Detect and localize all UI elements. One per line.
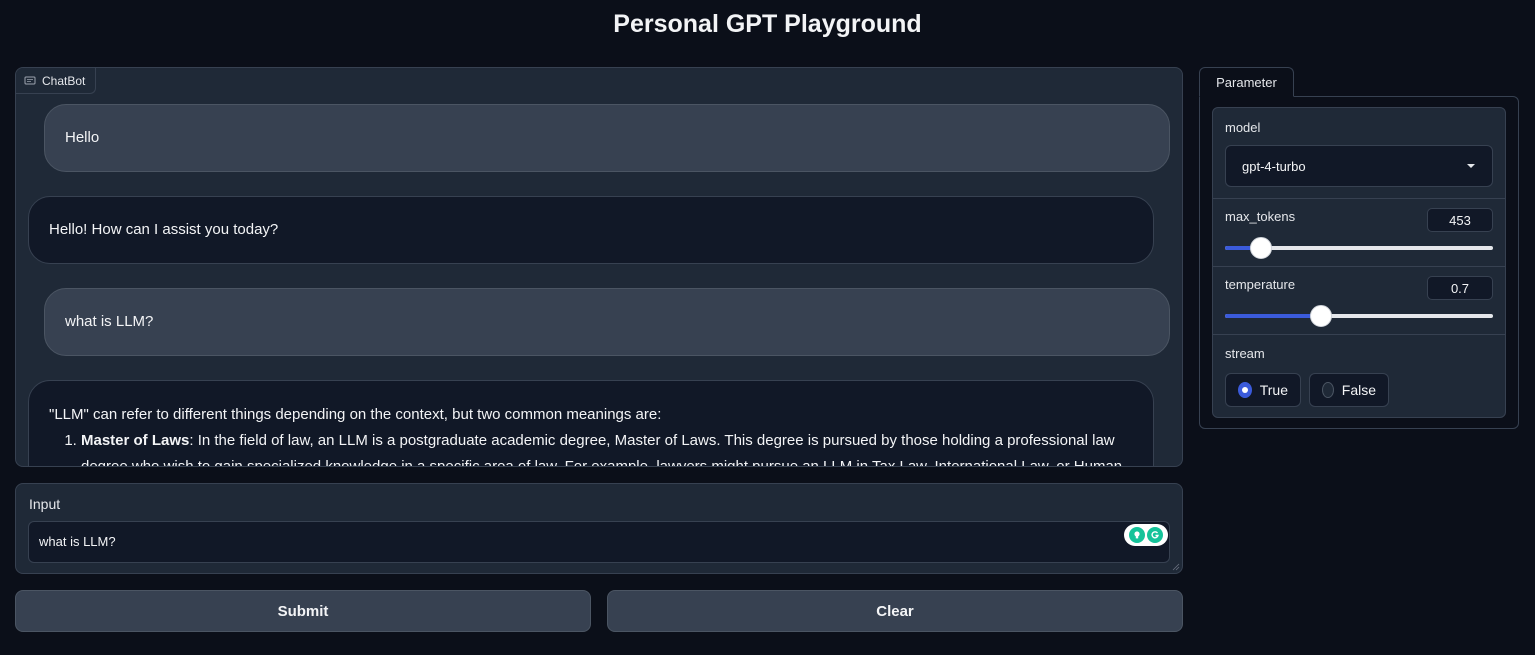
temperature-section: temperature 0.7	[1213, 267, 1505, 335]
user-message: what is LLM?	[44, 288, 1170, 356]
message-intro: "LLM" can refer to different things depe…	[49, 406, 662, 423]
message-list: Master of Laws: In the field of law, an …	[81, 428, 1133, 467]
radio-label: False	[1341, 382, 1376, 398]
message-text: what is LLM?	[65, 313, 154, 330]
chevron-down-icon	[1467, 164, 1475, 168]
page-title: Personal GPT Playground	[613, 10, 922, 38]
temperature-label: temperature	[1225, 277, 1296, 292]
stream-label: stream	[1225, 346, 1265, 361]
radio-checked-icon[interactable]	[1238, 382, 1252, 398]
model-dropdown[interactable]: gpt-4-turbo	[1225, 145, 1493, 187]
list-item-title: Master of Laws	[81, 432, 190, 449]
stream-option-true[interactable]: True	[1225, 373, 1301, 407]
parameter-box: model gpt-4-turbo max_tokens 453 tempera…	[1212, 107, 1506, 418]
chatbot-label-text: ChatBot	[42, 73, 86, 88]
bot-message: "LLM" can refer to different things depe…	[28, 380, 1154, 467]
input-panel: Input what is LLM?	[15, 483, 1183, 574]
clear-button[interactable]: Clear	[607, 590, 1183, 632]
max-tokens-slider[interactable]	[1225, 237, 1493, 259]
stream-option-false[interactable]: False	[1309, 373, 1389, 407]
submit-button[interactable]: Submit	[15, 590, 591, 632]
slider-fill	[1225, 314, 1322, 318]
chatbot-label: ChatBot	[16, 68, 97, 94]
message-text: Hello! How can I assist you today?	[49, 221, 279, 238]
radio-unchecked-icon[interactable]	[1322, 382, 1334, 398]
chatbot-panel[interactable]: ChatBot Hello Hello! How can I assist yo…	[15, 67, 1183, 467]
max-tokens-label: max_tokens	[1225, 209, 1296, 224]
temperature-slider[interactable]	[1225, 305, 1493, 327]
list-item: Master of Laws: In the field of law, an …	[81, 428, 1133, 467]
input-textarea[interactable]: what is LLM?	[28, 521, 1170, 563]
grammarly-widget[interactable]	[1124, 524, 1168, 546]
slider-thumb[interactable]	[1250, 237, 1273, 259]
list-item-text: : In the field of law, an LLM is a postg…	[81, 432, 1123, 467]
message-text: Hello	[65, 129, 100, 146]
input-label: Input	[29, 496, 61, 512]
slider-thumb[interactable]	[1310, 305, 1333, 327]
temperature-input[interactable]: 0.7	[1427, 276, 1493, 300]
grammarly-icon[interactable]	[1147, 527, 1163, 543]
lightbulb-icon[interactable]	[1129, 527, 1145, 543]
model-value: gpt-4-turbo	[1242, 158, 1306, 174]
tab-parameter[interactable]: Parameter	[1199, 67, 1294, 97]
resize-handle-icon[interactable]	[1172, 563, 1180, 571]
max-tokens-section: max_tokens 453	[1213, 199, 1505, 267]
chat-icon	[24, 76, 36, 84]
bot-message: Hello! How can I assist you today?	[28, 196, 1154, 264]
radio-label: True	[1259, 382, 1288, 398]
model-section: model gpt-4-turbo	[1213, 108, 1505, 199]
max-tokens-input[interactable]: 453	[1427, 208, 1493, 232]
model-label: model	[1225, 120, 1261, 135]
user-message: Hello	[44, 104, 1170, 172]
